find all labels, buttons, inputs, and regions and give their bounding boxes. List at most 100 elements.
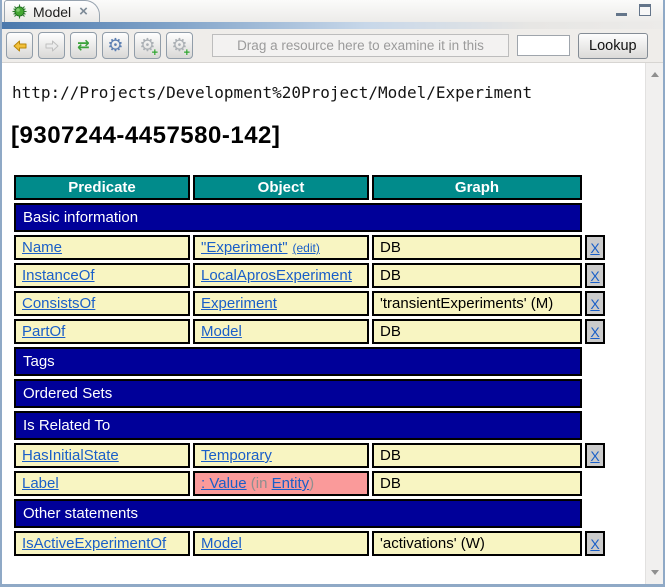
- browser-content-area: http://Projects/Development%20Project/Mo…: [2, 63, 663, 584]
- object-link[interactable]: "Experiment": [201, 239, 288, 256]
- column-header-predicate: Predicate: [14, 175, 190, 200]
- model-view-window: Model × ⇄ ⚙ ⚙ + ⚙: [0, 0, 665, 587]
- predicate-link[interactable]: Name: [22, 239, 62, 256]
- gear-icon: ⚙: [107, 37, 123, 55]
- plus-badge-icon: +: [184, 47, 190, 59]
- column-header-object: Object: [193, 175, 369, 200]
- object-cell: Experiment: [193, 291, 369, 316]
- minimize-icon[interactable]: [616, 4, 627, 16]
- vertical-scrollbar[interactable]: [645, 63, 663, 584]
- object-link[interactable]: LocalAprosExperiment: [201, 267, 352, 284]
- object-link[interactable]: Model: [201, 323, 242, 340]
- remove-cell: X: [585, 235, 605, 260]
- graph-cell: DB: [372, 235, 582, 260]
- predicate-link[interactable]: HasInitialState: [22, 447, 119, 464]
- tab-close-icon[interactable]: ×: [79, 6, 88, 18]
- graph-cell: 'activations' (W): [372, 531, 582, 556]
- section-row: Other statements: [14, 499, 605, 528]
- object-link[interactable]: : Value: [201, 475, 247, 492]
- tab-bar: Model ×: [2, 0, 663, 22]
- predicate-link[interactable]: ConsistsOf: [22, 295, 95, 312]
- predicate-cell: Name: [14, 235, 190, 260]
- forward-arrow-icon: [45, 40, 59, 52]
- refresh-icon: ⇄: [77, 38, 90, 53]
- scroll-up-arrow[interactable]: [651, 72, 659, 77]
- column-header-graph: Graph: [372, 175, 582, 200]
- settings-add-button-2[interactable]: ⚙ +: [166, 32, 193, 59]
- graph-cell: DB: [372, 471, 582, 496]
- remove-cell: X: [585, 319, 605, 344]
- lookup-button[interactable]: Lookup: [578, 33, 648, 59]
- section-row: Ordered Sets: [14, 379, 605, 408]
- resource-id-heading: [9307244-4457580-142]: [11, 122, 646, 150]
- resource-uri: http://Projects/Development%20Project/Mo…: [12, 83, 646, 102]
- section-row: Basic information: [14, 203, 605, 232]
- row-spacer-cell: [585, 471, 605, 496]
- section-row: Is Related To: [14, 411, 605, 440]
- graph-cell: 'transientExperiments' (M): [372, 291, 582, 316]
- tab-highlight-strip: [2, 22, 663, 29]
- settings-add-button-1[interactable]: ⚙ +: [134, 32, 161, 59]
- forward-button[interactable]: [38, 32, 65, 59]
- object-cell: Model: [193, 531, 369, 556]
- section-spacer-cell: [585, 499, 605, 528]
- remove-statement-link[interactable]: X: [590, 536, 599, 552]
- statement-row: InstanceOf LocalAprosExperiment DB X: [14, 263, 605, 288]
- remove-statement-link[interactable]: X: [590, 268, 599, 284]
- remove-statement-link[interactable]: X: [590, 448, 599, 464]
- object-cell: "Experiment" (edit): [193, 235, 369, 260]
- predicate-link[interactable]: PartOf: [22, 323, 65, 340]
- lookup-input[interactable]: [517, 35, 570, 56]
- tab-model[interactable]: Model ×: [4, 0, 100, 22]
- graph-cell: DB: [372, 443, 582, 468]
- predicate-link[interactable]: IsActiveExperimentOf: [22, 535, 166, 552]
- object-link[interactable]: Entity: [272, 475, 310, 492]
- section-header: Basic information: [14, 203, 582, 232]
- plus-badge-icon: +: [152, 47, 158, 59]
- maximize-icon[interactable]: [639, 4, 651, 16]
- section-spacer-cell: [585, 203, 605, 232]
- tab-label: Model: [33, 4, 71, 20]
- predicate-cell: HasInitialState: [14, 443, 190, 468]
- predicate-cell: Label: [14, 471, 190, 496]
- statement-row: IsActiveExperimentOf Model 'activations' (…: [14, 531, 605, 556]
- object-link[interactable]: Temporary: [201, 447, 272, 464]
- graph-cell: DB: [372, 263, 582, 288]
- object-link[interactable]: Experiment: [201, 295, 277, 312]
- section-header: Other statements: [14, 499, 582, 528]
- drag-resource-dropzone[interactable]: Drag a resource here to examine it in th…: [212, 34, 509, 57]
- section-row: Tags: [14, 347, 605, 376]
- object-annotation: (in: [247, 475, 272, 492]
- remove-statement-link[interactable]: X: [590, 296, 599, 312]
- statement-row: Label : Value (in Entity)DB: [14, 471, 605, 496]
- remove-cell: X: [585, 263, 605, 288]
- object-cell: LocalAprosExperiment: [193, 263, 369, 288]
- header-spacer-cell: [585, 175, 605, 200]
- predicate-cell: IsActiveExperimentOf: [14, 531, 190, 556]
- table-header-row: PredicateObjectGraph: [14, 175, 605, 200]
- back-button[interactable]: [6, 32, 33, 59]
- object-cell: : Value (in Entity): [193, 471, 369, 496]
- section-header: Ordered Sets: [14, 379, 582, 408]
- statement-row: HasInitialState Temporary DB X: [14, 443, 605, 468]
- statement-row: Name "Experiment" (edit) DB X: [14, 235, 605, 260]
- object-cell: Temporary: [193, 443, 369, 468]
- refresh-button[interactable]: ⇄: [70, 32, 97, 59]
- scroll-down-arrow[interactable]: [651, 570, 659, 575]
- remove-statement-link[interactable]: X: [590, 324, 599, 340]
- object-link[interactable]: Model: [201, 535, 242, 552]
- browser-toolbar: ⇄ ⚙ ⚙ + ⚙ + Drag a resource here to exam…: [2, 29, 663, 63]
- predicate-cell: PartOf: [14, 319, 190, 344]
- predicate-link[interactable]: Label: [22, 475, 59, 492]
- remove-cell: X: [585, 443, 605, 468]
- predicate-link[interactable]: InstanceOf: [22, 267, 95, 284]
- remove-statement-link[interactable]: X: [590, 240, 599, 256]
- statement-row: PartOf Model DB X: [14, 319, 605, 344]
- graph-cell: DB: [372, 319, 582, 344]
- section-header: Is Related To: [14, 411, 582, 440]
- predicate-cell: InstanceOf: [14, 263, 190, 288]
- settings-button[interactable]: ⚙: [102, 32, 129, 59]
- section-spacer-cell: [585, 411, 605, 440]
- object-edit-link[interactable]: (edit): [293, 241, 320, 255]
- model-bug-icon: [12, 4, 27, 19]
